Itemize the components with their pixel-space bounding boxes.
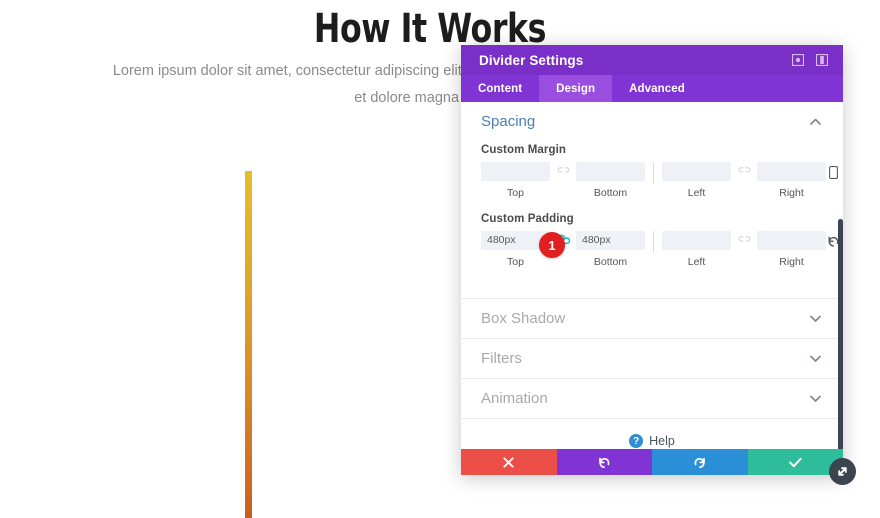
modal-tabs: Content Design Advanced — [461, 75, 843, 102]
chevron-down-icon[interactable] — [807, 391, 823, 407]
custom-padding-right-input[interactable] — [757, 231, 826, 250]
custom-padding-top-caption: Top — [507, 256, 524, 268]
step-number-badge: 1 — [539, 232, 565, 258]
custom-margin-right-caption: Right — [779, 187, 804, 199]
custom-margin-label: Custom Margin — [481, 144, 566, 156]
custom-margin-top-caption: Top — [507, 187, 524, 199]
tab-advanced[interactable]: Advanced — [612, 75, 702, 102]
chevron-down-icon[interactable] — [807, 311, 823, 327]
spacing-divider — [653, 162, 654, 184]
section-spacing-header[interactable]: Spacing — [461, 102, 843, 140]
custom-padding-link-left-right-icon[interactable] — [731, 231, 757, 244]
custom-margin-link-top-bottom-icon[interactable] — [550, 162, 576, 175]
modal-scrollbar-thumb[interactable] — [838, 219, 843, 449]
modal-footer — [461, 449, 843, 475]
custom-padding-bottom-group: Bottom — [576, 231, 645, 268]
section-spacing-title: Spacing — [481, 112, 536, 130]
modal-scrollbar-track[interactable] — [838, 219, 843, 449]
custom-padding-bottom-input[interactable] — [576, 231, 645, 250]
custom-margin-link-left-right-icon[interactable] — [731, 162, 757, 175]
custom-padding-left-caption: Left — [687, 256, 706, 268]
custom-margin-right-group: Right — [757, 162, 826, 199]
custom-margin-top-input[interactable] — [481, 162, 550, 181]
custom-margin-top-bottom-pair: Top Bottom — [481, 162, 645, 199]
section-filters-header[interactable]: Filters — [461, 339, 843, 378]
modal-title: Divider Settings — [479, 52, 584, 68]
section-box-shadow-title: Box Shadow — [481, 310, 566, 327]
expand-icon[interactable] — [787, 49, 809, 71]
section-filters: Filters — [461, 339, 843, 379]
custom-margin-right-input[interactable] — [757, 162, 826, 181]
spacing-divider — [653, 231, 654, 253]
custom-padding-row: Top Bottom — [481, 231, 838, 268]
section-filters-title: Filters — [481, 350, 522, 367]
section-animation-header[interactable]: Animation — [461, 379, 843, 418]
custom-margin-left-input[interactable] — [662, 162, 731, 181]
spacing-controls: Custom Margin Top Bottom Left Right Cust… — [461, 140, 843, 298]
custom-padding-bottom-caption: Bottom — [593, 256, 628, 268]
custom-margin-tools — [826, 162, 840, 180]
redo-button[interactable] — [652, 449, 748, 475]
section-box-shadow-header[interactable]: Box Shadow — [461, 299, 843, 338]
vertical-divider-module[interactable] — [245, 171, 252, 518]
custom-padding-label: Custom Padding — [481, 213, 574, 225]
custom-margin-bottom-group: Bottom — [576, 162, 645, 199]
modal-titlebar: Divider Settings — [461, 45, 843, 75]
tab-design[interactable]: Design — [539, 75, 613, 102]
chevron-up-icon[interactable] — [807, 113, 823, 129]
undo-button[interactable] — [556, 449, 652, 475]
cancel-button[interactable] — [461, 449, 557, 475]
custom-margin-left-group: Left — [662, 162, 731, 199]
custom-padding-right-group: Right — [757, 231, 826, 268]
help-row[interactable]: ? Help — [461, 419, 843, 449]
modal-body: Spacing Custom Margin Top Bottom Left Ri… — [461, 102, 843, 449]
section-animation: Animation — [461, 379, 843, 419]
custom-padding-left-group: Left — [662, 231, 731, 268]
custom-padding-right-caption: Right — [779, 256, 804, 268]
custom-margin-bottom-caption: Bottom — [593, 187, 628, 199]
custom-margin-bottom-input[interactable] — [576, 162, 645, 181]
custom-padding-left-input[interactable] — [662, 231, 731, 250]
custom-padding-left-right-pair: Left Right — [662, 231, 826, 268]
custom-margin-row: Top Bottom Left Right — [481, 162, 838, 199]
section-box-shadow: Box Shadow — [461, 299, 843, 339]
responsive-mobile-icon[interactable] — [826, 164, 840, 180]
custom-margin-left-right-pair: Left Right — [662, 162, 826, 199]
divider-settings-modal: Divider Settings Content Design Advanced… — [461, 45, 843, 475]
section-spacing: Spacing Custom Margin Top Bottom Left Ri… — [461, 102, 843, 299]
help-label: Help — [649, 434, 675, 448]
help-icon: ? — [629, 434, 644, 448]
chevron-down-icon[interactable] — [807, 351, 823, 367]
layout-toggle-icon[interactable] — [811, 49, 833, 71]
section-animation-title: Animation — [481, 390, 548, 407]
custom-margin-left-caption: Left — [687, 187, 706, 199]
custom-margin-top-group: Top — [481, 162, 550, 199]
tab-content[interactable]: Content — [461, 75, 539, 102]
resize-handle[interactable] — [829, 458, 856, 485]
